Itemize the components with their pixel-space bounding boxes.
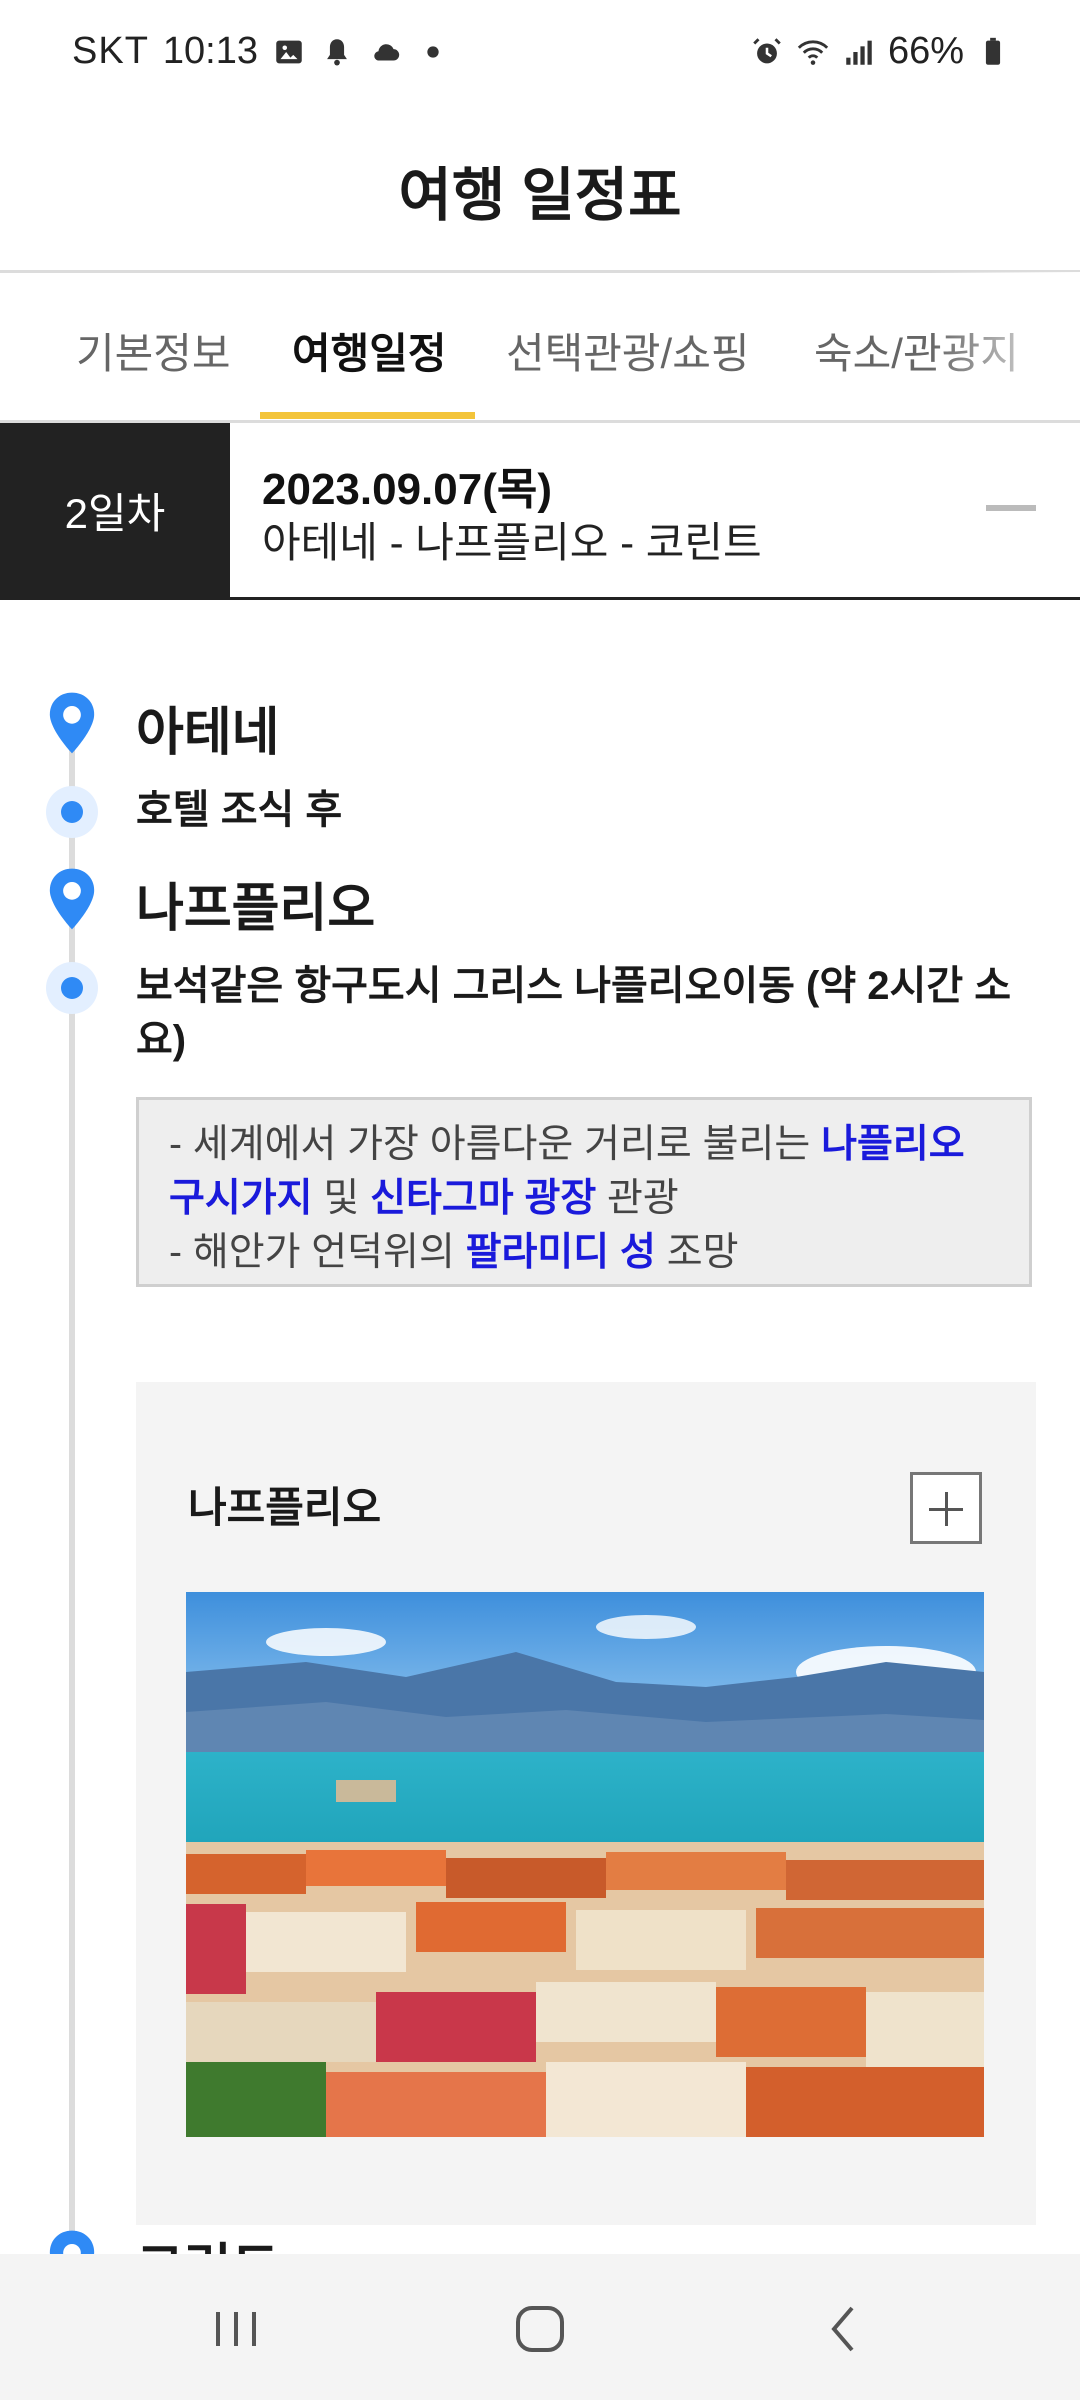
note-text: 및 [312,1177,371,1220]
status-left: SKT 10:13 [72,30,450,73]
collapse-icon[interactable] [986,505,1036,511]
battery-percent: 66% [887,30,964,72]
note-highlight: 팔라미디 성 [465,1231,656,1274]
timeline-place-athens: 아테네 [136,704,280,762]
signal-icon [846,40,872,65]
carrier-label: SKT [72,30,149,72]
note-highlight: 신타그마 광장 [370,1177,597,1220]
location-pin-icon [49,868,95,930]
home-icon[interactable] [500,2294,580,2364]
tab-scroll-fade [930,272,1080,420]
day-route: 아테네 - 나프플리오 - 코린트 [262,519,762,566]
system-nav-bar [0,2254,1080,2400]
note-text: - 해안가 언덕위의 [169,1231,466,1274]
tab-itinerary[interactable]: 여행일정 [292,320,447,381]
cloud-icon [374,43,400,60]
timeline-dot [46,786,98,838]
tab-optional-tour-shopping[interactable]: 선택관광/쇼핑 [506,320,750,381]
note-line-1: - 세계에서 가장 아름다운 거리로 불리는 나플리오 구시가지 및 신타그마 … [169,1118,999,1226]
recent-apps-icon[interactable] [196,2294,276,2364]
dot-icon [427,45,439,58]
status-right: 66% [750,30,1010,73]
place-card-title: 나프플리오 [188,1484,382,1531]
tab-basic-info[interactable]: 기본정보 [76,320,231,381]
status-bar: SKT 10:13 66% [0,0,1080,110]
app-header: 여행 일정표 [0,110,1080,273]
location-pin-icon [49,692,95,754]
battery-icon [985,37,1001,65]
note-text: 조망 [655,1231,739,1274]
page-title: 여행 일정표 [398,163,682,228]
expand-plus-icon[interactable] [910,1472,982,1544]
wifi-icon [797,39,829,65]
note-text: - 세계에서 가장 아름다운 거리로 불리는 [169,1123,822,1166]
notification-bell-icon [327,38,347,65]
back-icon[interactable] [804,2294,884,2364]
note-text: 관광 [596,1177,679,1220]
day-header[interactable]: 2일차 2023.09.07(목) 아테네 - 나프플리오 - 코린트 [0,423,1080,600]
gallery-icon [276,40,302,63]
tab-bar: 기본정보 여행일정 선택관광/쇼핑 숙소/관광지 [0,272,1080,423]
active-tab-indicator [260,412,475,419]
place-photo[interactable] [186,1592,984,2137]
itinerary-note: - 세계에서 가장 아름다운 거리로 불리는 나플리오 구시가지 및 신타그마 … [136,1097,1032,1287]
timeline-line [69,720,75,2260]
day-date: 2023.09.07(목) [262,465,552,514]
timeline-dot [46,962,98,1014]
note-line-2: - 해안가 언덕위의 팔라미디 성 조망 [169,1226,999,1280]
day-badge: 2일차 [0,423,230,597]
timeline-step-transfer: 보석같은 항구도시 그리스 나플리오이동 (약 2시간 소요) [136,964,1012,1062]
place-card: 나프플리오 [136,1382,1036,2225]
clock: 10:13 [162,30,258,72]
timeline-place-nafplio: 나프플리오 [136,880,376,938]
timeline-step-breakfast: 호텔 조식 후 [136,788,343,832]
alarm-icon [753,37,781,63]
